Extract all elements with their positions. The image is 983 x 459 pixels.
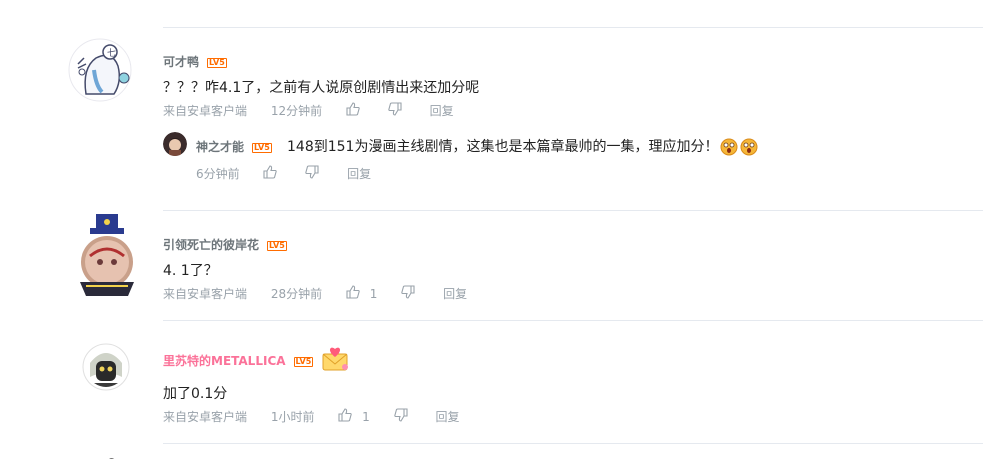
avatar-pendant-icon bbox=[80, 214, 134, 296]
dislike-icon[interactable] bbox=[388, 102, 402, 119]
reply-button[interactable]: 回复 bbox=[435, 408, 459, 425]
divider-top bbox=[163, 27, 983, 28]
level-badge: LV5 bbox=[252, 142, 272, 153]
like-icon[interactable] bbox=[346, 285, 360, 302]
comment-info: 来自安卓客户端 28分钟前 1 回复 bbox=[163, 285, 467, 302]
comment-info: 来自安卓客户端 1小时前 1 回复 bbox=[163, 408, 459, 425]
reply-avatar[interactable] bbox=[163, 132, 187, 156]
source-label: 来自安卓客户端 bbox=[163, 104, 248, 118]
dislike-icon[interactable] bbox=[393, 408, 408, 425]
comment-text: 4. 1了？ bbox=[163, 263, 218, 279]
time-label: 1小时前 bbox=[270, 410, 315, 424]
dislike-icon[interactable] bbox=[305, 165, 319, 182]
reply-text: 148到151为漫画主线剧情，这集也是本篇章最帅的一集，理应加分！ bbox=[287, 136, 758, 156]
avatar[interactable]: 七 bbox=[68, 38, 132, 102]
avatar[interactable] bbox=[82, 343, 130, 391]
reply-text-body: 148到151为漫画主线剧情，这集也是本篇章最帅的一集，理应加分！ bbox=[287, 139, 719, 155]
source-label: 来自安卓客户端 bbox=[163, 410, 248, 424]
reply-button[interactable]: 回复 bbox=[443, 285, 467, 302]
username[interactable]: 里苏特的METALLICA LV5 bbox=[163, 352, 314, 369]
dislike-icon[interactable] bbox=[401, 285, 415, 302]
comment-info: 来自安卓客户端 12分钟前 回复 bbox=[163, 102, 454, 119]
divider bbox=[163, 320, 983, 321]
avatar-character-icon bbox=[82, 343, 130, 391]
level-badge: LV5 bbox=[293, 356, 314, 367]
level-badge: LV5 bbox=[267, 240, 287, 251]
like-icon[interactable] bbox=[346, 102, 360, 119]
time-label: 6分钟前 bbox=[196, 167, 240, 181]
avatar-character-icon bbox=[163, 132, 187, 156]
like-count: 1 bbox=[362, 409, 370, 424]
reply-button[interactable]: 回复 bbox=[430, 102, 454, 119]
source-label: 来自安卓客户端 bbox=[163, 287, 248, 301]
time-label: 28分钟前 bbox=[270, 287, 323, 301]
username[interactable]: 可才鸭 LV5 bbox=[163, 53, 227, 70]
level-badge: LV5 bbox=[207, 57, 227, 68]
love-letter-badge-icon bbox=[320, 346, 350, 372]
username-text[interactable]: 里苏特的METALLICA bbox=[163, 354, 286, 368]
avatar-ghost-icon: 七 bbox=[68, 38, 132, 102]
time-label: 12分钟前 bbox=[270, 104, 323, 118]
shocked-face-emoji-icon bbox=[720, 138, 738, 156]
like-icon[interactable] bbox=[338, 408, 353, 425]
divider bbox=[163, 443, 983, 444]
divider bbox=[163, 210, 983, 211]
username[interactable]: 引领死亡的彼岸花 LV5 bbox=[163, 236, 287, 253]
reply-username-text[interactable]: 神之才能 bbox=[196, 140, 244, 154]
username-text[interactable]: 可才鸭 bbox=[163, 55, 199, 69]
username-text[interactable]: 引领死亡的彼岸花 bbox=[163, 238, 259, 252]
like-icon[interactable] bbox=[263, 165, 278, 182]
avatar[interactable] bbox=[72, 212, 142, 300]
reply-info: 6分钟前 回复 bbox=[196, 165, 371, 182]
comment-text: 加了0.1分 bbox=[163, 386, 228, 402]
shocked-face-emoji-icon bbox=[740, 138, 758, 156]
reply-button[interactable]: 回复 bbox=[347, 165, 371, 182]
svg-text:七: 七 bbox=[107, 48, 116, 59]
like-count: 1 bbox=[369, 286, 378, 301]
avatar-partial[interactable] bbox=[92, 450, 126, 459]
reply-username[interactable]: 神之才能 LV5 bbox=[196, 138, 272, 155]
comment-text: ？？？咋4.1了，之前有人说原创剧情出来还加分呢 bbox=[163, 80, 480, 96]
